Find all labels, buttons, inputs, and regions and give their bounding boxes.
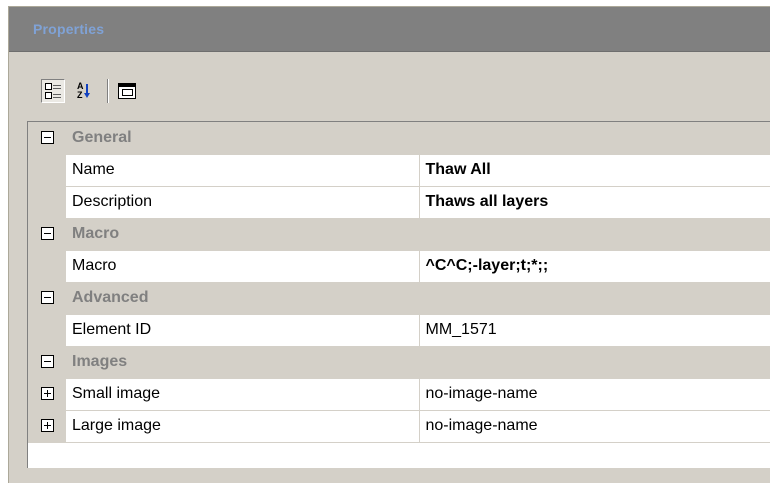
category-row[interactable]: General [28,122,770,155]
property-name: Element ID [66,314,420,347]
categorized-button[interactable] [41,79,65,103]
minus-box-icon [40,227,54,241]
alphabetical-sort-icon: A Z [76,82,94,100]
property-value[interactable]: no-image-name [419,410,770,443]
minus-box-icon [40,131,54,145]
property-value[interactable]: Thaws all layers [419,186,770,219]
collapse-toggle[interactable] [28,218,66,251]
category-label: Macro [66,218,770,251]
category-label: General [66,122,770,155]
collapse-toggle[interactable] [28,122,66,155]
plus-box-icon [40,419,54,433]
row-gutter [28,186,66,219]
property-grid: General Name Thaw All Description Thaws all … [27,121,770,468]
property-pages-button[interactable] [115,79,139,103]
category-row[interactable]: Images [28,346,770,379]
categorized-icon [44,82,62,100]
category-row[interactable]: Macro [28,218,770,251]
property-row[interactable]: Description Thaws all layers [28,186,770,219]
alphabetical-button[interactable]: A Z [73,79,97,103]
property-name: Large image [66,410,420,443]
property-value[interactable]: no-image-name [419,378,770,411]
property-name: Description [66,186,420,219]
toolbar: A Z [27,71,770,121]
property-row[interactable]: Name Thaw All [28,154,770,187]
property-value[interactable]: MM_1571 [419,314,770,347]
plus-box-icon [40,387,54,401]
minus-box-icon [40,291,54,305]
property-row[interactable]: Large image no-image-name [28,410,770,443]
row-gutter [28,154,66,187]
property-name: Name [66,154,420,187]
property-row[interactable]: Small image no-image-name [28,378,770,411]
minus-box-icon [40,355,54,369]
row-gutter[interactable] [28,410,66,443]
row-gutter[interactable] [28,378,66,411]
category-label: Advanced [66,282,770,315]
property-table: General Name Thaw All Description Thaws all … [28,122,770,443]
panel-body: Properties A Z General Name Thaw All Des… [8,6,770,483]
property-row[interactable]: Macro ^C^C;-layer;t;*;; [28,250,770,283]
property-row[interactable]: Element ID MM_1571 [28,314,770,347]
property-value[interactable]: ^C^C;-layer;t;*;; [419,250,770,283]
collapse-toggle[interactable] [28,346,66,379]
property-pages-icon [118,83,136,99]
panel-title: Properties [33,21,105,37]
row-gutter [28,250,66,283]
toolbar-separator [107,79,109,103]
property-value[interactable]: Thaw All [419,154,770,187]
collapse-toggle[interactable] [28,282,66,315]
property-name: Macro [66,250,420,283]
property-name: Small image [66,378,420,411]
category-row[interactable]: Advanced [28,282,770,315]
category-label: Images [66,346,770,379]
title-bar[interactable]: Properties [9,7,770,52]
properties-panel: Properties A Z General Name Thaw All Des… [0,0,770,483]
row-gutter [28,314,66,347]
